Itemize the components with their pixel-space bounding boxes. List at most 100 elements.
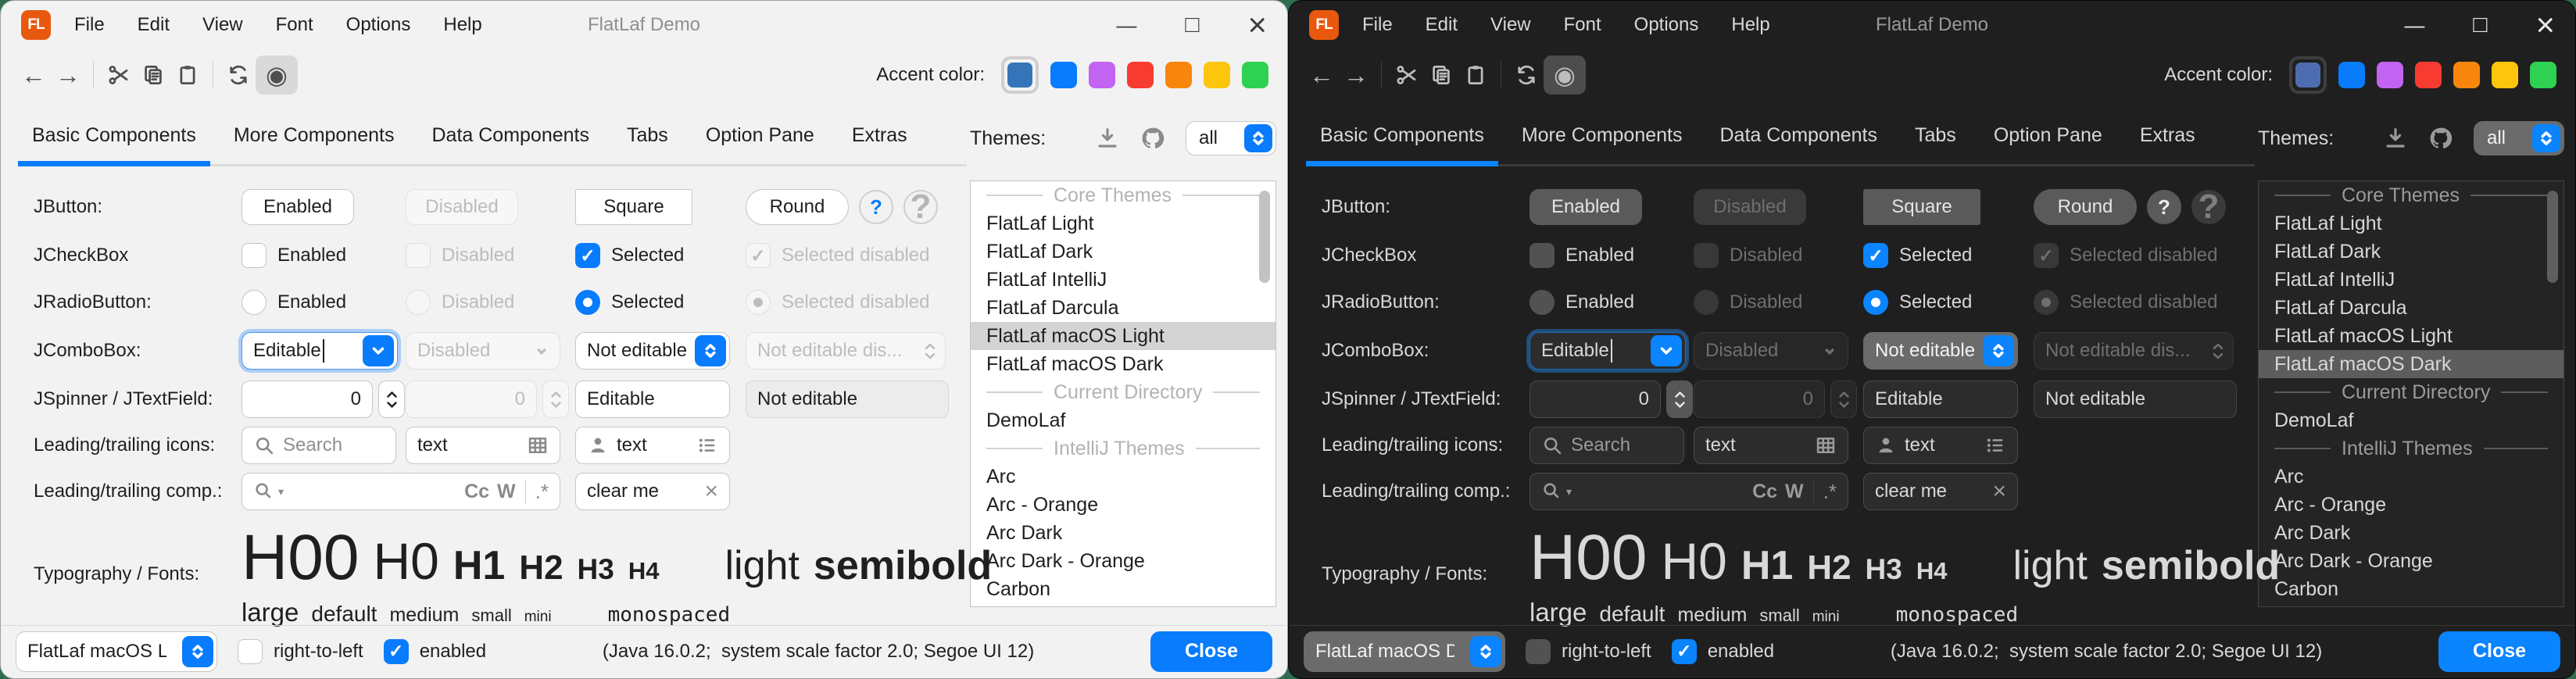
tab-basic-components[interactable]: Basic Components bbox=[1320, 124, 1484, 147]
radio[interactable] bbox=[242, 290, 267, 315]
checkbox[interactable] bbox=[1530, 243, 1555, 268]
list-icon[interactable] bbox=[696, 434, 718, 456]
checkbox[interactable] bbox=[238, 639, 263, 664]
theme-item-flatlaf-dark[interactable]: FlatLaf Dark bbox=[2259, 238, 2563, 266]
whole-word-button[interactable]: W bbox=[1785, 481, 1804, 503]
close-button[interactable]: Close bbox=[1150, 631, 1272, 672]
accent-swatch-selected[interactable] bbox=[2289, 56, 2327, 94]
combobox-spin-button[interactable] bbox=[182, 636, 213, 667]
tab-data-components[interactable]: Data Components bbox=[1719, 124, 1877, 147]
table-icon[interactable] bbox=[1815, 434, 1837, 456]
theme-item-flatlaf-light[interactable]: FlatLaf Light bbox=[971, 209, 1275, 238]
round-button[interactable]: Round bbox=[2034, 189, 2137, 225]
forward-button[interactable]: → bbox=[51, 55, 85, 95]
close-button[interactable]: Close bbox=[2438, 631, 2560, 672]
theme-item-arc-dark[interactable]: Arc Dark bbox=[2259, 519, 2563, 547]
square-button[interactable]: Square bbox=[1863, 189, 1980, 225]
cut-icon[interactable] bbox=[102, 55, 136, 95]
tab-option-pane[interactable]: Option Pane bbox=[1994, 124, 2102, 147]
menu-item-help[interactable]: Help bbox=[1731, 14, 1769, 36]
editable-combobox[interactable]: Editable bbox=[1530, 332, 1686, 370]
theme-item-demolaf[interactable]: DemoLaf bbox=[2259, 406, 2563, 434]
menu-item-options[interactable]: Options bbox=[346, 14, 411, 36]
search-dropdown-icon[interactable] bbox=[253, 481, 275, 502]
accent-swatch-5[interactable] bbox=[2453, 62, 2480, 88]
not-editable-combobox[interactable]: Not editable bbox=[1863, 332, 2018, 370]
menu-item-edit[interactable]: Edit bbox=[138, 14, 170, 36]
theme-item-arc-dark-orange[interactable]: Arc Dark - Orange bbox=[2259, 547, 2563, 575]
spinner-arrows[interactable] bbox=[1666, 381, 1693, 418]
theme-item-carbon[interactable]: Carbon bbox=[971, 575, 1275, 603]
checkbox-enabled[interactable]: Enabled bbox=[1530, 243, 1694, 268]
close-window-button[interactable]: × bbox=[2535, 9, 2555, 41]
accent-swatch-3[interactable] bbox=[2377, 62, 2403, 88]
paste-icon[interactable] bbox=[170, 55, 205, 95]
right-to-left-checkbox[interactable]: right-to-left bbox=[1526, 639, 1651, 664]
editable-textfield[interactable]: Editable bbox=[1863, 381, 2018, 418]
help-button[interactable]: ? bbox=[2147, 190, 2181, 224]
checkbox[interactable]: ✓ bbox=[1863, 243, 1888, 268]
accent-swatch-7[interactable] bbox=[1242, 62, 1268, 88]
close-window-button[interactable]: × bbox=[1247, 9, 1267, 41]
back-button[interactable]: ← bbox=[1304, 55, 1339, 95]
editable-combobox[interactable]: Editable bbox=[242, 332, 398, 370]
theme-item-flatlaf-macos-light[interactable]: FlatLaf macOS Light bbox=[971, 322, 1275, 350]
menu-item-view[interactable]: View bbox=[202, 14, 243, 36]
accent-swatch-2[interactable] bbox=[1050, 62, 1077, 88]
checkbox[interactable]: ✓ bbox=[384, 639, 409, 664]
enabled-button[interactable]: Enabled bbox=[242, 189, 354, 225]
combobox-spin-button[interactable] bbox=[1983, 335, 2014, 366]
back-button[interactable]: ← bbox=[16, 55, 51, 95]
theme-item-flatlaf-dark[interactable]: FlatLaf Dark bbox=[971, 238, 1275, 266]
search-field[interactable]: Search bbox=[1530, 427, 1684, 464]
scrollbar-thumb[interactable] bbox=[1259, 191, 1270, 283]
copy-icon[interactable] bbox=[1424, 55, 1458, 95]
github-icon[interactable] bbox=[2428, 126, 2453, 151]
checkbox-selected[interactable]: ✓Selected bbox=[575, 243, 746, 268]
match-case-button[interactable]: Cc bbox=[464, 481, 489, 503]
combobox-spin-button[interactable] bbox=[1470, 636, 1501, 667]
combobox-spin-button[interactable] bbox=[2532, 124, 2560, 152]
combobox-arrow-button[interactable] bbox=[363, 335, 394, 366]
theme-item-arc[interactable]: Arc bbox=[2259, 463, 2563, 491]
text-field-calendar[interactable]: text bbox=[1694, 427, 1848, 464]
show-toggle-button[interactable]: ◉ bbox=[1544, 55, 1586, 95]
whole-word-button[interactable]: W bbox=[497, 481, 516, 503]
table-icon[interactable] bbox=[527, 434, 549, 456]
spinner[interactable]: 0 bbox=[242, 381, 406, 418]
help-button[interactable]: ? bbox=[859, 190, 893, 224]
tab-tabs[interactable]: Tabs bbox=[627, 124, 668, 147]
radio[interactable] bbox=[1530, 290, 1555, 315]
checkbox-enabled[interactable]: Enabled bbox=[242, 243, 406, 268]
minimize-button[interactable]: — bbox=[1116, 15, 1136, 35]
theme-item-flatlaf-macos-dark[interactable]: FlatLaf macOS Dark bbox=[2259, 350, 2563, 378]
themes-filter-combobox[interactable]: all bbox=[2474, 121, 2564, 155]
enabled-checkbox[interactable]: ✓enabled bbox=[1672, 639, 1774, 664]
search-field[interactable]: Search bbox=[242, 427, 396, 464]
menu-item-help[interactable]: Help bbox=[443, 14, 481, 36]
cut-icon[interactable] bbox=[1390, 55, 1424, 95]
download-icon[interactable] bbox=[1095, 126, 1120, 151]
tab-option-pane[interactable]: Option Pane bbox=[706, 124, 814, 147]
enabled-checkbox[interactable]: ✓enabled bbox=[384, 639, 486, 664]
accent-swatch-4[interactable] bbox=[1127, 62, 1154, 88]
look-and-feel-combobox[interactable]: FlatLaf macOS Li... bbox=[16, 631, 217, 672]
accent-swatch-4[interactable] bbox=[2415, 62, 2442, 88]
paste-icon[interactable] bbox=[1458, 55, 1493, 95]
refresh-icon[interactable] bbox=[221, 55, 256, 95]
match-case-button[interactable]: Cc bbox=[1752, 481, 1777, 503]
list-icon[interactable] bbox=[1984, 434, 2006, 456]
radio-selected[interactable]: Selected bbox=[1863, 290, 2034, 315]
enabled-button[interactable]: Enabled bbox=[1530, 189, 1642, 225]
theme-item-carbon[interactable]: Carbon bbox=[2259, 575, 2563, 603]
theme-item-arc-orange[interactable]: Arc - Orange bbox=[2259, 491, 2563, 519]
text-field-calendar[interactable]: text bbox=[406, 427, 560, 464]
copy-icon[interactable] bbox=[136, 55, 170, 95]
theme-item-flatlaf-darcula[interactable]: FlatLaf Darcula bbox=[2259, 294, 2563, 322]
not-editable-combobox[interactable]: Not editable bbox=[575, 332, 730, 370]
download-icon[interactable] bbox=[2383, 126, 2408, 151]
combobox-spin-button[interactable] bbox=[695, 335, 726, 366]
themes-filter-combobox[interactable]: all bbox=[1186, 121, 1276, 155]
tab-extras[interactable]: Extras bbox=[852, 124, 907, 147]
menu-item-file[interactable]: File bbox=[74, 14, 105, 36]
